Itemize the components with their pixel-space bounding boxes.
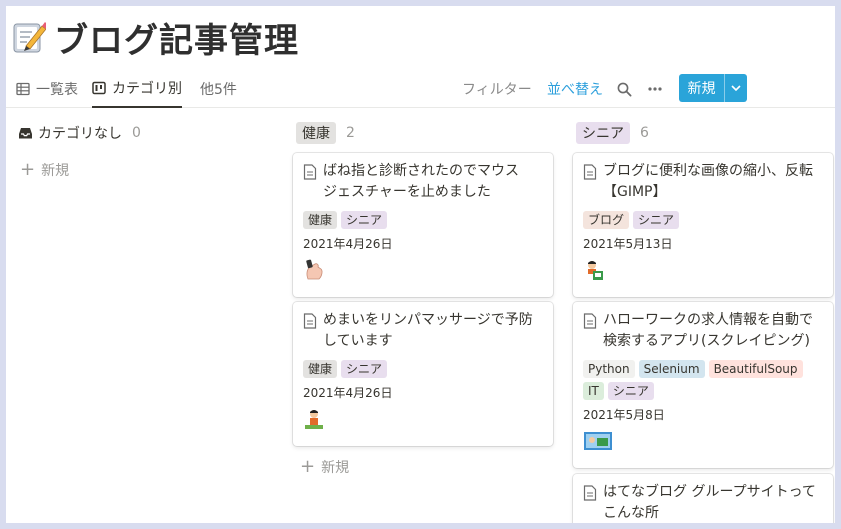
card-date: 2021年5月13日 <box>583 237 673 251</box>
card-title-line: 【GIMP】 <box>603 184 667 200</box>
card-tags: 健康 シニア <box>303 360 543 378</box>
memo-pencil-icon[interactable] <box>12 20 46 54</box>
more-views-label: 他5件 <box>200 82 237 98</box>
tab-table-label: 一覧表 <box>36 82 78 98</box>
board-card[interactable]: めまいをリンパマッサージで予防 しています 健康 シニア 2021年4月26日 <box>293 302 553 446</box>
card-title: ブログに便利な画像の縮小、反転 【GIMP】 <box>583 161 823 203</box>
card-tags: ブログ シニア <box>583 211 823 229</box>
column-count: 6 <box>640 125 649 141</box>
chevron-down-icon <box>731 85 741 91</box>
more-options-button[interactable] <box>648 70 662 108</box>
sort-button[interactable]: 並べ替え <box>547 70 603 108</box>
column-count: 2 <box>346 125 355 141</box>
filter-button[interactable]: フィルター <box>462 70 532 108</box>
new-dropdown-button[interactable] <box>724 74 747 102</box>
sort-label: 並べ替え <box>547 82 603 98</box>
plus-icon: + <box>20 159 36 180</box>
add-card-button-health[interactable]: + 新規 <box>300 455 349 479</box>
person-avatar <box>588 261 603 280</box>
column-header-health[interactable]: 健康 2 <box>296 122 355 144</box>
page-header: ブログ記事管理 <box>12 14 299 61</box>
card-title-line: ばね指と診断されたのでマウス <box>323 163 519 179</box>
card-title-line: ジェスチャーを止めました <box>323 184 491 200</box>
column-header-senior[interactable]: シニア 6 <box>576 122 649 144</box>
tab-board-view[interactable]: カテゴリ別 <box>92 70 182 108</box>
filter-label: フィルター <box>462 82 532 98</box>
tab-board-label: カテゴリ別 <box>112 81 182 97</box>
tag-blog: ブログ <box>583 211 630 229</box>
more-dots-icon <box>648 87 662 91</box>
tag-health: 健康 <box>303 211 338 229</box>
column-title: シニア <box>576 122 630 144</box>
card-date: 2021年5月8日 <box>583 408 665 422</box>
document-icon <box>583 164 597 180</box>
card-title-line: めまいをリンパマッサージで予防 <box>323 312 533 328</box>
add-card-button-uncategorized[interactable]: + 新規 <box>20 158 69 182</box>
card-tags: Python Selenium BeautifulSoup IT シニア <box>583 360 823 400</box>
card-title-line: こんな所 <box>603 505 659 521</box>
tab-table-view[interactable]: 一覧表 <box>16 70 78 108</box>
new-page-button[interactable]: 新規 <box>679 74 747 102</box>
card-date: 2021年4月26日 <box>303 386 393 400</box>
plus-icon: + <box>300 456 316 477</box>
card-title-line: ハローワークの求人情報を自動で <box>603 312 813 328</box>
new-page-label[interactable]: 新規 <box>679 74 724 102</box>
column-count: 0 <box>132 125 141 141</box>
card-title-line: しています <box>323 333 393 349</box>
column-header-uncategorized[interactable]: カテゴリなし 0 <box>18 122 141 144</box>
card-title-line: 検索するアプリ(スクレイピング) <box>603 333 810 349</box>
card-title-line: はてなブログ グループサイトって <box>603 484 816 500</box>
tag-it: IT <box>583 382 604 400</box>
board-card[interactable]: ブログに便利な画像の縮小、反転 【GIMP】 ブログ シニア 2021年5月13… <box>573 153 833 297</box>
page-title: ブログ記事管理 <box>54 20 299 61</box>
column-title: 健康 <box>296 122 336 144</box>
card-tags: 健康 シニア <box>303 211 543 229</box>
document-icon <box>583 313 597 329</box>
board-card[interactable]: ばね指と診断されたのでマウス ジェスチャーを止めました 健康 シニア 2021年… <box>293 153 553 297</box>
tag-health: 健康 <box>303 360 338 378</box>
board-card[interactable]: はてなブログ グループサイトって こんな所 <box>573 474 833 523</box>
inbox-icon <box>19 128 32 139</box>
tag-senior: シニア <box>341 360 388 378</box>
tag-python: Python <box>583 360 635 378</box>
tag-senior: シニア <box>607 382 654 400</box>
tag-beautifulsoup: BeautifulSoup <box>708 360 803 378</box>
notion-page: ブログ記事管理 一覧表 カテゴリ別 他5件 フィルター 並べ替え 新規 カテゴリ… <box>6 6 835 523</box>
card-title: ばね指と診断されたのでマウス ジェスチャーを止めました <box>303 161 543 203</box>
search-button[interactable] <box>617 70 632 108</box>
card-title-line: ブログに便利な画像の縮小、反転 <box>603 163 813 179</box>
card-title: めまいをリンパマッサージで予防 しています <box>303 310 543 352</box>
more-views-button[interactable]: 他5件 <box>200 70 237 108</box>
card-title: はてなブログ グループサイトって こんな所 <box>583 482 823 523</box>
table-icon <box>16 82 30 96</box>
board-card[interactable]: ハローワークの求人情報を自動で 検索するアプリ(スクレイピング) Python … <box>573 302 833 468</box>
search-icon <box>617 82 632 97</box>
card-title: ハローワークの求人情報を自動で 検索するアプリ(スクレイピング) <box>583 310 823 352</box>
person-avatar <box>305 410 323 429</box>
board-icon <box>92 81 106 95</box>
screen-avatar <box>584 432 612 450</box>
add-card-label: 新規 <box>41 163 70 179</box>
tag-senior: シニア <box>341 211 388 229</box>
document-icon <box>303 313 317 329</box>
add-card-label: 新規 <box>321 460 350 476</box>
document-icon <box>303 164 317 180</box>
tag-selenium: Selenium <box>638 360 705 378</box>
hand-avatar <box>306 259 323 280</box>
card-date: 2021年4月26日 <box>303 237 393 251</box>
column-title: カテゴリなし <box>38 126 122 142</box>
tag-senior: シニア <box>633 211 680 229</box>
document-icon <box>583 485 597 501</box>
